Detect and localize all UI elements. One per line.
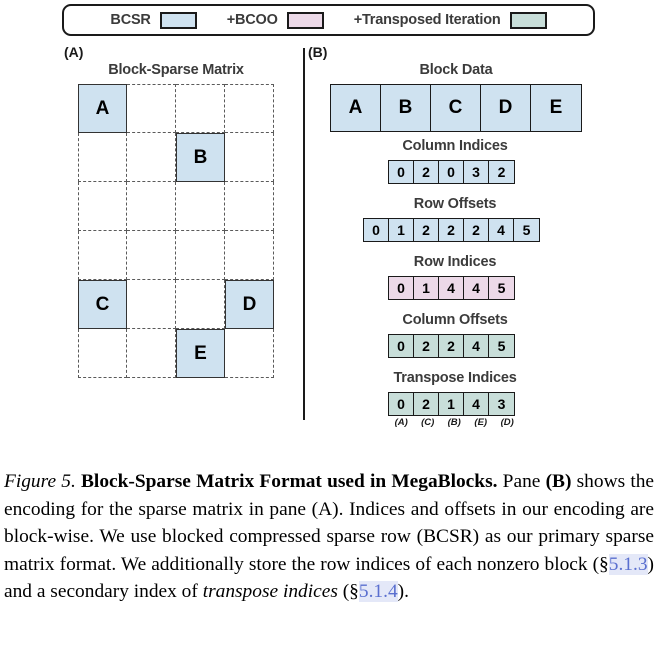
row-indices-cell: 4 — [439, 277, 464, 299]
caption-pane-b-ref: (B) — [545, 471, 572, 492]
transpose-indices-cell: 2 — [414, 393, 439, 415]
legend-swatch — [509, 11, 547, 29]
legend-entry-2: +Transposed Iteration — [353, 11, 547, 29]
row-indices-cell: 0 — [389, 277, 414, 299]
row-offsets-cell: 2 — [464, 219, 489, 241]
matrix-block-c: C — [78, 280, 127, 329]
column-indices-cell: 2 — [489, 161, 514, 183]
block-data-cell: E — [531, 85, 581, 131]
matrix-grid-cell — [78, 133, 127, 182]
block-data-cell: A — [331, 85, 381, 131]
transpose-indices-cell: 3 — [489, 393, 514, 415]
row-offsets-cell: 2 — [439, 219, 464, 241]
transpose-sublabel: (A) — [394, 417, 408, 428]
matrix-grid-cell — [78, 182, 127, 231]
transpose-sublabel: (C) — [421, 417, 435, 428]
transpose-sublabel: (D) — [500, 417, 514, 428]
row-offsets-array: 0122245 — [363, 218, 540, 242]
transpose-indices-cell: 0 — [389, 393, 414, 415]
caption-emphasis: transpose indices — [202, 581, 338, 602]
legend-box: BCSR +BCOO +Transposed Iteration — [62, 4, 595, 36]
row-offsets-cell: 5 — [514, 219, 539, 241]
row-indices-array: 01445 — [388, 276, 515, 300]
block-data-cell: B — [381, 85, 431, 131]
matrix-grid-cell — [127, 84, 176, 133]
matrix-grid-cell — [225, 329, 274, 378]
transpose-indices-title: Transpose Indices — [393, 370, 517, 386]
column-offsets-cell: 5 — [489, 335, 514, 357]
legend-entry-0: BCSR — [110, 11, 197, 29]
figure-caption: Figure 5. Block-Sparse Matrix Format use… — [4, 471, 655, 602]
matrix-grid-cell — [127, 133, 176, 182]
column-offsets-title: Column Offsets — [402, 312, 508, 328]
column-offsets-cell: 4 — [464, 335, 489, 357]
caption-headline: Block-Sparse Matrix Format used in MegaB… — [81, 471, 503, 492]
matrix-grid-cell — [127, 182, 176, 231]
matrix-block-d: D — [225, 280, 274, 329]
row-offsets-cell: 2 — [414, 219, 439, 241]
block-data-cell: D — [481, 85, 531, 131]
row-offsets-cell: 4 — [489, 219, 514, 241]
matrix-grid-cell — [176, 84, 225, 133]
block-data-array: ABCDE — [330, 84, 582, 132]
matrix-grid-cell — [176, 182, 225, 231]
legend-label: +BCOO — [226, 12, 278, 28]
matrix-grid-cell — [225, 231, 274, 280]
column-indices-array: 02032 — [388, 160, 515, 184]
matrix-grid-cell — [78, 329, 127, 378]
row-indices-cell: 1 — [414, 277, 439, 299]
column-offsets-cell: 0 — [389, 335, 414, 357]
transpose-indices-array: 02143 — [388, 392, 515, 416]
transpose-indices-cell: 1 — [439, 393, 464, 415]
row-offsets-title: Row Offsets — [413, 196, 497, 212]
column-indices-cell: 2 — [414, 161, 439, 183]
row-indices-cell: 4 — [464, 277, 489, 299]
legend-swatch — [286, 11, 324, 29]
row-offsets-cell: 0 — [364, 219, 389, 241]
row-offsets-cell: 1 — [389, 219, 414, 241]
legend-swatch — [159, 11, 197, 29]
legend-entry-1: +BCOO — [226, 11, 324, 29]
transpose-sublabel: (E) — [474, 417, 488, 428]
matrix-grid-cell — [176, 280, 225, 329]
block-sparse-matrix-grid: AB C DE — [78, 84, 274, 378]
matrix-grid-cell — [225, 182, 274, 231]
matrix-block-b: B — [176, 133, 225, 182]
transpose-indices-cell: 4 — [464, 393, 489, 415]
transpose-indices-sublabels: (A) (C) (B) (E) (D) — [388, 417, 521, 428]
section-xref-5-1-3[interactable]: 5.1.3 — [608, 553, 648, 575]
matrix-block-e: E — [176, 329, 225, 378]
column-indices-cell: 0 — [389, 161, 414, 183]
column-indices-cell: 3 — [464, 161, 489, 183]
matrix-grid-cell — [127, 280, 176, 329]
legend-label: BCSR — [110, 12, 151, 28]
block-sparse-matrix-title: Block-Sparse Matrix — [108, 62, 244, 78]
row-indices-cell: 5 — [489, 277, 514, 299]
pane-b-tag: (B) — [308, 44, 328, 60]
matrix-block-a: A — [78, 84, 127, 133]
pane-a-tag: (A) — [64, 44, 84, 60]
block-data-title: Block Data — [419, 62, 493, 78]
row-indices-title: Row Indices — [413, 254, 497, 270]
column-offsets-cell: 2 — [414, 335, 439, 357]
matrix-grid-cell — [225, 84, 274, 133]
matrix-grid-cell — [176, 231, 225, 280]
matrix-grid-cell — [127, 329, 176, 378]
matrix-grid-cell — [78, 231, 127, 280]
column-offsets-array: 02245 — [388, 334, 515, 358]
figure-number: Figure 5. — [4, 471, 81, 492]
section-xref-5-1-4[interactable]: 5.1.4 — [358, 581, 398, 602]
block-data-cell: C — [431, 85, 481, 131]
legend-label: +Transposed Iteration — [353, 12, 501, 28]
transpose-sublabel: (B) — [447, 417, 461, 428]
matrix-grid-cell — [127, 231, 176, 280]
matrix-grid-cell — [225, 133, 274, 182]
column-indices-cell: 0 — [439, 161, 464, 183]
column-offsets-cell: 2 — [439, 335, 464, 357]
pane-divider — [303, 48, 305, 420]
column-indices-title: Column Indices — [402, 138, 508, 154]
